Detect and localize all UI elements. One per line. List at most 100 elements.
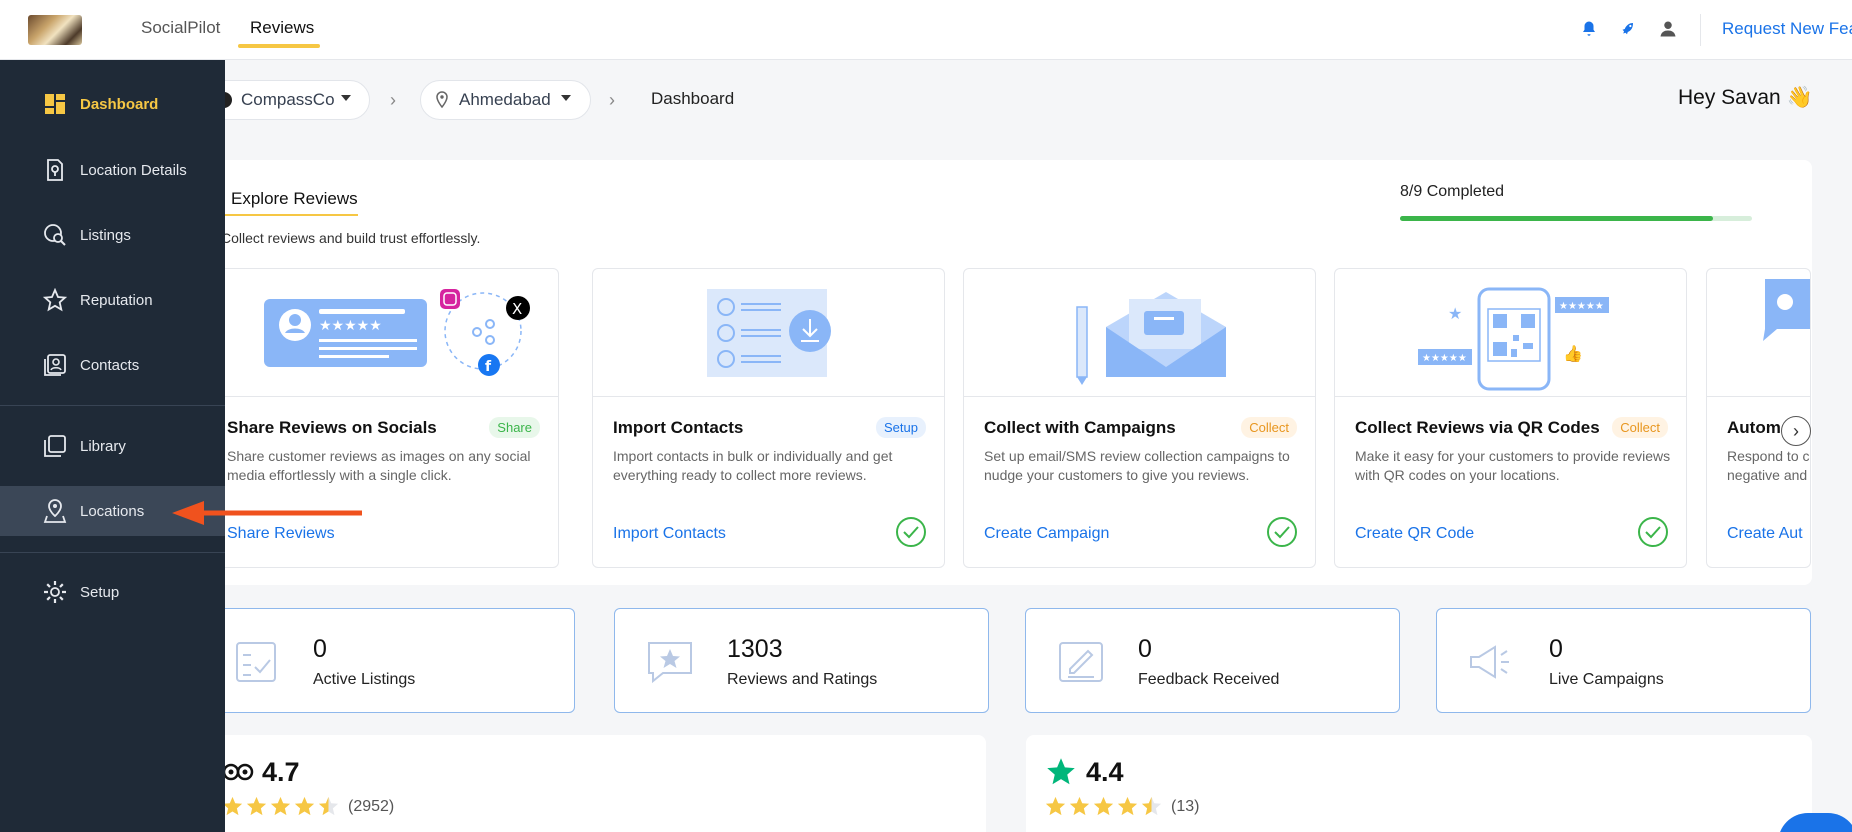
rating-count: (2952) <box>348 798 395 815</box>
campaign-envelope-illustration <box>964 269 1315 397</box>
create-automation-link[interactable]: Create Aut <box>1727 525 1803 543</box>
gear-icon <box>42 579 68 605</box>
rating-star-icon <box>246 796 267 822</box>
review-star-bubble-icon <box>645 637 695 687</box>
annotation-arrow <box>172 501 362 525</box>
feature-card-description: Share customer reviews as images on any … <box>227 448 531 483</box>
stat-label: Reviews and Ratings <box>727 671 878 688</box>
tripadvisor-icon <box>222 762 254 787</box>
stat-value: 0 <box>1549 635 1563 663</box>
sidebar-item-dashboard[interactable]: Dashboard <box>0 79 225 129</box>
rating-star-icon <box>1141 796 1162 822</box>
chevron-down-icon <box>341 95 351 101</box>
tab-socialpilot[interactable]: SocialPilot <box>141 18 220 38</box>
rating-star-icon <box>1117 796 1138 822</box>
stat-value: 0 <box>313 635 327 663</box>
feature-card-title: Collect with Campaigns <box>984 418 1176 437</box>
feature-card-description: Respond to c negative and <box>1727 448 1810 483</box>
chevron-right-icon: › <box>609 90 615 110</box>
feature-badge: Collect <box>1612 417 1668 438</box>
feature-card-description: Import contacts in bulk or individually … <box>613 448 893 483</box>
check-icon <box>1638 517 1668 547</box>
top-bar: SocialPilot Reviews Request New Feat <box>0 0 1852 60</box>
rating-star-icon <box>270 796 291 822</box>
sidebar-item-reputation[interactable]: Reputation <box>0 275 225 325</box>
location-pin-icon <box>435 91 449 114</box>
sidebar-item-label: Reputation <box>80 291 153 309</box>
stat-active-listings[interactable]: 0 Active Listings <box>200 608 575 713</box>
progress-fill <box>1400 216 1713 221</box>
sidebar-item-label: Library <box>80 437 126 455</box>
rating-star-icon <box>1093 796 1114 822</box>
import-contacts-link[interactable]: Import Contacts <box>613 525 726 543</box>
progress-bar <box>1400 216 1752 221</box>
megaphone-icon <box>1467 637 1517 687</box>
contacts-icon <box>42 352 68 378</box>
sidebar-item-label: Setup <box>80 583 120 601</box>
feature-card-qr: ★★★★★ ★★★★★ ★ 👍 Collect Reviews via QR C… <box>1334 268 1687 568</box>
create-campaign-link[interactable]: Create Campaign <box>984 525 1109 543</box>
feature-card-import: Import Contacts Setup Import contacts in… <box>592 268 945 568</box>
rating-stars <box>222 796 339 822</box>
brand-name: CompassCo <box>241 90 335 109</box>
sidebar-divider <box>0 552 225 553</box>
progress-text: 8/9 Completed <box>1400 183 1505 200</box>
sidebar: Dashboard Location Details Listings Repu… <box>0 60 225 832</box>
rating-star-icon <box>318 796 339 822</box>
user-profile-icon[interactable] <box>1657 18 1679 40</box>
share-reviews-illustration: ★★★★★ X f <box>207 269 558 397</box>
feature-badge: Setup <box>876 417 926 438</box>
svg-text:f: f <box>485 359 492 375</box>
location-name: Ahmedabad <box>459 90 551 109</box>
brand-logo[interactable] <box>28 15 82 45</box>
listing-check-icon <box>231 637 281 687</box>
notification-bell-icon[interactable] <box>1578 18 1600 40</box>
stat-feedback-received[interactable]: 0 Feedback Received <box>1025 608 1400 713</box>
stat-reviews-ratings[interactable]: 1303 Reviews and Ratings <box>614 608 989 713</box>
rating-score: 4.7 <box>262 757 300 787</box>
listings-icon <box>42 222 68 248</box>
rating-star-icon <box>1069 796 1090 822</box>
rocket-icon[interactable] <box>1616 18 1638 40</box>
stat-live-campaigns[interactable]: 0 Live Campaigns <box>1436 608 1811 713</box>
tab-reviews[interactable]: Reviews <box>250 18 314 38</box>
trustpilot-star-icon <box>1045 757 1077 792</box>
sidebar-item-label: Contacts <box>80 356 140 374</box>
check-icon <box>896 517 926 547</box>
sidebar-item-contacts[interactable]: Contacts <box>0 340 225 390</box>
feature-card-title: Collect Reviews via QR Codes <box>1355 418 1600 437</box>
stat-value: 1303 <box>727 635 783 663</box>
stat-value: 0 <box>1138 635 1152 663</box>
sidebar-item-setup[interactable]: Setup <box>0 567 225 617</box>
svg-text:👍: 👍 <box>1563 344 1583 363</box>
star-icon <box>42 287 68 313</box>
create-qr-code-link[interactable]: Create QR Code <box>1355 525 1474 543</box>
top-divider <box>1700 14 1701 46</box>
rating-count: (13) <box>1171 798 1200 815</box>
feature-badge: Share <box>489 417 540 438</box>
carousel-next-button[interactable]: › <box>1781 416 1811 446</box>
svg-text:★★★★★: ★★★★★ <box>319 318 382 334</box>
feature-card-description: Make it easy for your customers to provi… <box>1355 448 1671 483</box>
svg-text:★: ★ <box>1448 304 1462 323</box>
feature-card-title: Import Contacts <box>613 418 744 437</box>
request-new-feature-link[interactable]: Request New Feat <box>1722 19 1852 39</box>
rating-star-icon <box>1045 796 1066 822</box>
stat-label: Active Listings <box>313 671 416 688</box>
feature-badge: Collect <box>1241 417 1297 438</box>
location-selector[interactable]: Ahmedabad <box>420 80 591 120</box>
svg-text:X: X <box>512 300 522 318</box>
sidebar-item-listings[interactable]: Listings <box>0 210 225 260</box>
feature-card-campaigns: Collect with Campaigns Collect Set up em… <box>963 268 1316 568</box>
rating-stars <box>1045 796 1162 822</box>
feedback-edit-icon <box>1056 637 1106 687</box>
qr-code-illustration: ★★★★★ ★★★★★ ★ 👍 <box>1335 269 1686 397</box>
feature-card-title: Share Reviews on Socials <box>227 418 437 437</box>
locations-icon <box>42 498 68 524</box>
brand-selector[interactable]: CompassCo <box>205 80 370 120</box>
dashboard-icon <box>42 91 68 117</box>
sidebar-item-location-details[interactable]: Location Details <box>0 145 225 195</box>
location-details-icon <box>42 157 68 183</box>
greeting: Hey Savan 👋 <box>1678 86 1813 109</box>
sidebar-item-library[interactable]: Library <box>0 421 225 471</box>
